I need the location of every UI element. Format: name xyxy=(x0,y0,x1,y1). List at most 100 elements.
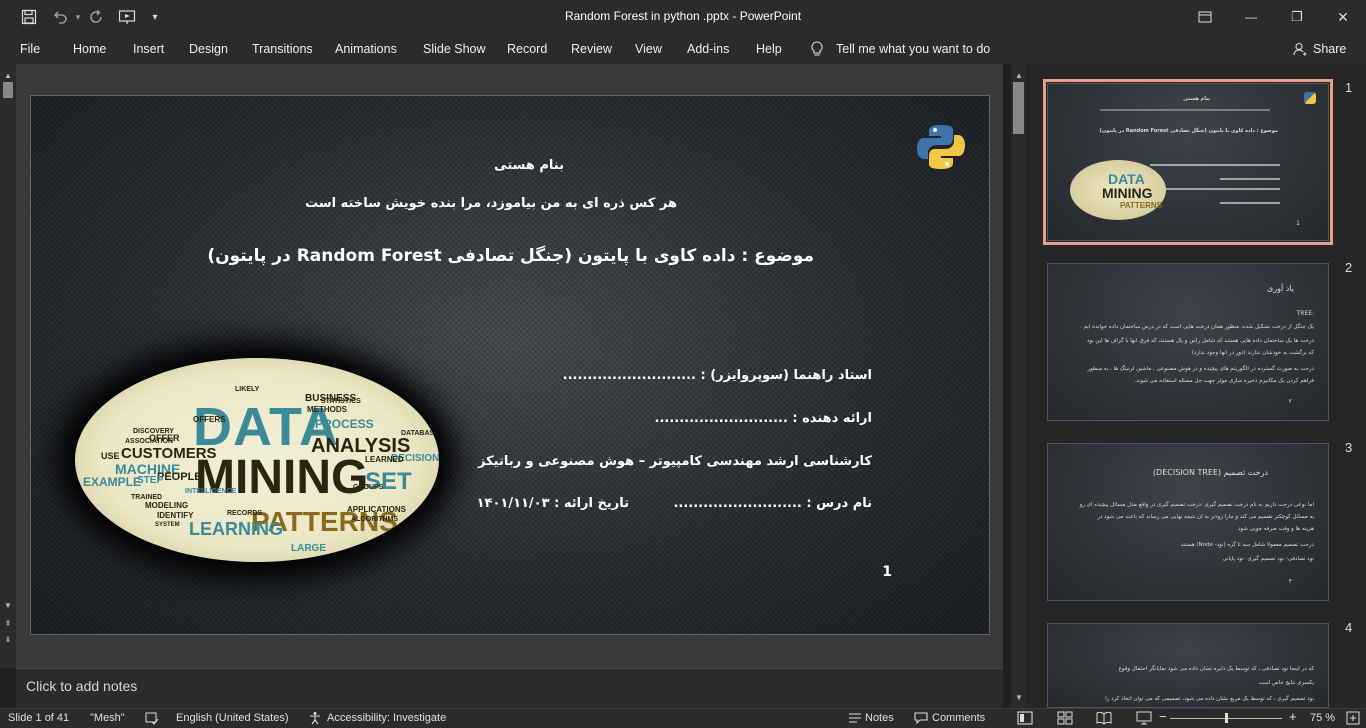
slide-thumbnail-2[interactable]: یاد آوری TREE: یک جنگل از درخت تشکیل شده… xyxy=(1047,263,1329,421)
slide-line-2[interactable]: هر کس ذره ای به من بیاموزد، مرا بنده خوی… xyxy=(305,196,677,211)
wordcloud-offers: OFFERS xyxy=(193,415,226,424)
left-scroll-strip: ▲ ▼ ⇞ ⇟ xyxy=(0,64,16,668)
lightbulb-icon[interactable] xyxy=(808,38,826,60)
slide-line-1[interactable]: بنام هستی xyxy=(494,158,564,173)
wordcloud-trained: TRAINED xyxy=(131,494,163,501)
notes-placeholder[interactable]: Click to add notes xyxy=(26,678,137,694)
tab-home[interactable]: Home xyxy=(73,42,106,56)
wordcloud-people: PEOPLE xyxy=(157,471,202,483)
thumb-1-word-cloud: DATA MINING PATTERNS xyxy=(1070,160,1166,220)
slide-degree[interactable]: کارشناسی ارشد مهندسی کامپیوتر – هوش مصنو… xyxy=(478,454,872,469)
tab-file[interactable]: File xyxy=(20,42,40,56)
ribbon-display-icon[interactable] xyxy=(1182,0,1228,34)
slide-show-icon[interactable] xyxy=(1136,711,1152,728)
tab-review[interactable]: Review xyxy=(571,42,612,56)
wordcloud-large: LARGE xyxy=(291,543,326,554)
tab-transitions[interactable]: Transitions xyxy=(252,42,313,56)
wordcloud-likely: LIKELY xyxy=(235,386,260,393)
comments-button[interactable]: Comments xyxy=(932,712,985,724)
undo-dropdown-icon[interactable]: ▾ xyxy=(72,0,84,34)
wordcloud-learning: LEARNING xyxy=(189,519,283,539)
present-icon[interactable] xyxy=(114,0,140,34)
tab-view[interactable]: View xyxy=(635,42,662,56)
theme-name: "Mesh" xyxy=(90,712,125,724)
tab-add-ins[interactable]: Add-ins xyxy=(687,42,729,56)
tab-help[interactable]: Help xyxy=(756,42,782,56)
share-icon[interactable] xyxy=(1292,38,1308,60)
next-slide-icon[interactable]: ⇟ xyxy=(0,632,16,646)
tab-insert[interactable]: Insert xyxy=(133,42,164,56)
wordcloud-process: PROCESS xyxy=(315,417,374,431)
thumb-python-logo-icon xyxy=(1304,92,1316,104)
minimize-button[interactable]: — xyxy=(1228,0,1274,34)
restore-button[interactable]: ❐ xyxy=(1274,0,1320,34)
slide-title[interactable]: موضوع : داده کاوی با پایتون (جنگل تصادفی… xyxy=(207,246,814,266)
previous-slide-icon[interactable]: ⇞ xyxy=(0,616,16,630)
zoom-in-button[interactable]: + xyxy=(1289,709,1297,724)
slide-sorter-icon[interactable] xyxy=(1057,711,1073,728)
wordcloud-discovery: DISCOVERY xyxy=(133,428,174,435)
customize-icon[interactable]: ▾ xyxy=(146,0,164,34)
close-button[interactable]: ✕ xyxy=(1320,0,1366,34)
slide-canvas[interactable]: بنام هستی هر کس ذره ای به من بیاموزد، مر… xyxy=(30,95,990,635)
undo-icon[interactable] xyxy=(48,0,72,34)
slide-date[interactable]: تاریخ ارائه : ۱۴۰۱/۱۱/۰۳ xyxy=(477,496,629,511)
scroll-thumb[interactable] xyxy=(3,82,13,98)
wordcloud-modeling: MODELING xyxy=(145,501,189,510)
notes-icon[interactable] xyxy=(848,712,862,727)
notes-button[interactable]: Notes xyxy=(865,712,894,724)
slide-thumbnail-1[interactable]: بنام هستی موضوع : داده کاوی با پایتون (ج… xyxy=(1043,79,1333,245)
wordcloud-system: SYSTEM xyxy=(155,522,180,528)
slide-course[interactable]: نام درس : .......................... xyxy=(673,496,872,511)
slide-advisor[interactable]: استاد راهنما (سوپروایزر) : .............… xyxy=(563,368,872,383)
tell-me-search[interactable]: Tell me what you want to do xyxy=(836,42,990,56)
notes-pane[interactable]: Click to add notes xyxy=(16,668,1003,708)
slide-thumbnail-3[interactable]: درخت تصمیم (DECISION TREE) اما نوعی درخت… xyxy=(1047,443,1329,601)
share-button[interactable]: Share xyxy=(1313,42,1346,56)
accessibility-status[interactable]: Accessibility: Investigate xyxy=(327,712,446,724)
wordcloud-association: ASSOCIATION xyxy=(125,438,174,445)
wordcloud-applications: APPLICATIONS xyxy=(347,505,406,514)
wordcloud-customers: CUSTOMERS xyxy=(121,445,217,462)
python-logo-icon xyxy=(917,125,965,169)
wordcloud-statistics: STATISTICS xyxy=(321,398,361,405)
accessibility-icon[interactable] xyxy=(308,711,322,728)
thumbnail-number: 1 xyxy=(1345,80,1353,95)
tab-slide-show[interactable]: Slide Show xyxy=(423,42,486,56)
fit-slide-icon[interactable] xyxy=(1346,711,1360,728)
scroll-down-icon[interactable]: ▼ xyxy=(0,598,16,612)
normal-view-icon[interactable] xyxy=(1017,711,1033,728)
spelling-check-icon[interactable] xyxy=(145,711,159,728)
zoom-slider-thumb[interactable] xyxy=(1225,713,1228,723)
reading-view-icon[interactable] xyxy=(1096,711,1112,728)
scroll-up-icon[interactable]: ▲ xyxy=(0,68,16,82)
slide-presenter[interactable]: ارائه دهنده : ..........................… xyxy=(655,411,872,426)
status-bar: Slide 1 of 41 "Mesh" English (United Sta… xyxy=(0,708,1366,728)
pane-splitter[interactable] xyxy=(1003,64,1011,708)
slide-page-number: 1 xyxy=(882,564,892,580)
thumb-1-line-1: بنام هستی xyxy=(1183,96,1210,102)
thumb-1-title: موضوع : داده کاوی با پایتون (جنگل تصادفی… xyxy=(1099,128,1278,134)
zoom-out-button[interactable]: − xyxy=(1159,709,1167,724)
language-indicator[interactable]: English (United States) xyxy=(176,712,289,724)
wordcloud-groups: GROUPS xyxy=(353,484,384,491)
wordcloud-algorithms: ALGORITHMS xyxy=(351,516,399,523)
scroll-down-icon[interactable]: ▼ xyxy=(1011,690,1027,704)
tab-animations[interactable]: Animations xyxy=(335,42,397,56)
slide-thumbnail-4[interactable]: که در اینجا نود تصادفی ، که توسط یک دایر… xyxy=(1047,623,1329,708)
editor-scroll-thumb[interactable] xyxy=(1013,82,1024,134)
wordcloud-methods: METHODS xyxy=(307,405,347,414)
wordcloud-records: RECORDS xyxy=(227,510,263,517)
slide-counter: Slide 1 of 41 xyxy=(8,712,70,724)
thumbnail-number: 3 xyxy=(1345,440,1353,455)
save-icon[interactable] xyxy=(14,0,44,34)
data-mining-word-cloud[interactable]: DATA MINING PATTERNS ANALYSIS CUSTOMERS … xyxy=(75,358,439,562)
redo-icon[interactable] xyxy=(86,0,108,34)
wordcloud-identify: IDENTIFY xyxy=(157,511,194,520)
tab-record[interactable]: Record xyxy=(507,42,547,56)
editor-scrollbar[interactable]: ▲ ▼ xyxy=(1011,64,1026,708)
zoom-level[interactable]: 75 % xyxy=(1310,712,1335,724)
comments-icon[interactable] xyxy=(914,712,928,727)
tab-design[interactable]: Design xyxy=(189,42,228,56)
scroll-up-icon[interactable]: ▲ xyxy=(1011,68,1027,82)
